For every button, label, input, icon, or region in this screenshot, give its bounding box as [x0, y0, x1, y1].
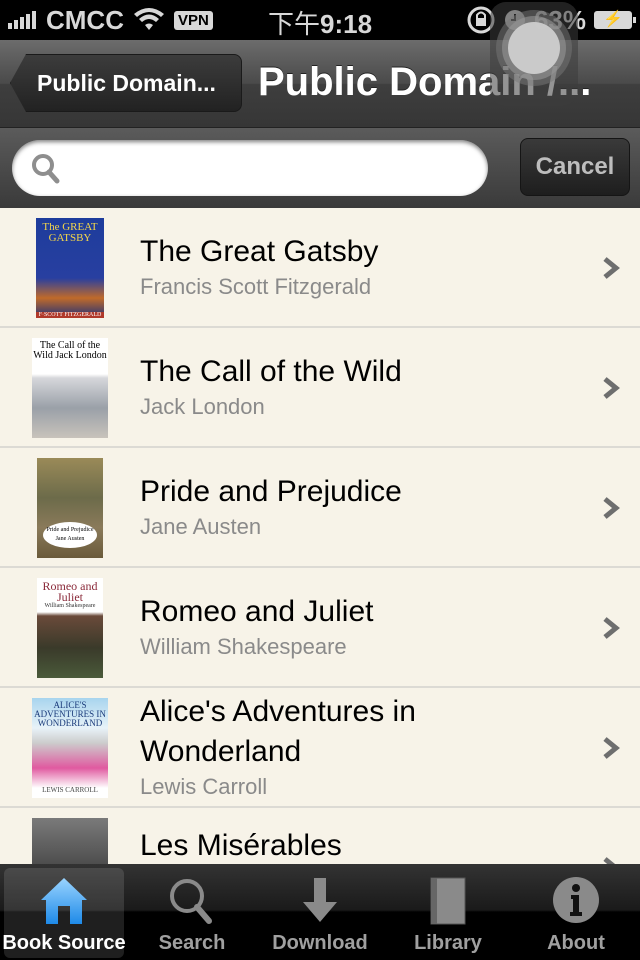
book-cover-image: Pride and Prejudice Jane Austen	[37, 458, 103, 558]
home-icon	[41, 878, 87, 924]
book-cover-image	[32, 818, 108, 864]
cancel-button[interactable]: Cancel	[520, 138, 630, 196]
chevron-right-icon	[603, 617, 620, 639]
tab-about[interactable]: About	[512, 864, 640, 960]
book-row-les-miserables[interactable]: Les Misérables	[0, 808, 640, 864]
book-row-pride-and-prejudice[interactable]: Pride and Prejudice Jane Austen Pride an…	[0, 448, 640, 568]
chevron-right-icon	[603, 377, 620, 399]
book-row-romeo-and-juliet[interactable]: Romeo and Juliet William Shakespeare Rom…	[0, 568, 640, 688]
book-icon	[430, 877, 466, 925]
assistive-touch-button[interactable]	[490, 2, 578, 106]
tab-book-source[interactable]: Book Source	[0, 864, 128, 960]
book-list[interactable]: The GREAT GATSBY F·SCOTT FITZGERALD The …	[0, 208, 640, 864]
info-icon	[553, 877, 599, 923]
book-title: Les Misérables	[140, 829, 342, 862]
chevron-right-icon	[603, 737, 620, 759]
book-title: Pride and Prejudice	[140, 475, 402, 508]
download-arrow-icon	[303, 878, 337, 922]
book-row-great-gatsby[interactable]: The GREAT GATSBY F·SCOTT FITZGERALD The …	[0, 208, 640, 328]
search-icon	[170, 879, 212, 924]
search-field[interactable]	[12, 140, 488, 196]
book-author: Lewis Carroll	[140, 774, 268, 799]
book-author: William Shakespeare	[140, 634, 347, 659]
book-title: Alice's Adventures in Wonderland	[140, 695, 416, 768]
search-input[interactable]	[72, 148, 472, 188]
battery-charging-icon: ⚡	[594, 11, 636, 29]
tab-bar: Book Source Search Download Library Abou…	[0, 864, 640, 960]
book-author: Francis Scott Fitzgerald	[140, 274, 372, 299]
book-title: The Great Gatsby	[140, 235, 379, 268]
search-icon	[32, 154, 60, 184]
book-row-call-of-the-wild[interactable]: The Call of the Wild Jack London The Cal…	[0, 328, 640, 448]
chevron-right-icon	[603, 257, 620, 279]
book-cover-image: ALICE'S ADVENTURES IN WONDERLAND LEWIS C…	[32, 698, 108, 798]
back-button[interactable]: Public Domain...	[10, 54, 242, 112]
tab-search[interactable]: Search	[128, 864, 256, 960]
book-row-alice-in-wonderland[interactable]: ALICE'S ADVENTURES IN WONDERLAND LEWIS C…	[0, 688, 640, 808]
tab-download[interactable]: Download	[256, 864, 384, 960]
book-title: Romeo and Juliet	[140, 595, 374, 628]
chevron-right-icon	[603, 857, 616, 864]
book-author: Jane Austen	[140, 514, 262, 539]
tab-library[interactable]: Library	[384, 864, 512, 960]
book-author: Jack London	[140, 394, 265, 419]
book-cover-image: Romeo and Juliet William Shakespeare	[37, 578, 103, 678]
search-bar: Cancel	[0, 128, 640, 208]
chevron-right-icon	[603, 497, 620, 519]
book-title: The Call of the Wild	[140, 355, 402, 388]
book-cover-image: The Call of the Wild Jack London	[32, 338, 108, 438]
book-cover-image: The GREAT GATSBY F·SCOTT FITZGERALD	[36, 218, 104, 318]
